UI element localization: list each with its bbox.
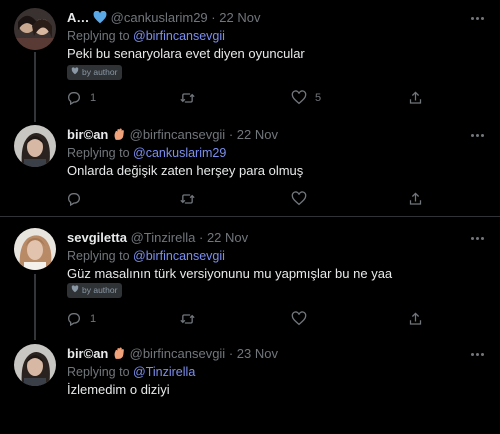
separator: · <box>198 230 204 245</box>
tweet-4[interactable]: bir©an @birfincansevgii · 23 Nov Replyin… <box>0 334 500 434</box>
share-icon <box>408 191 423 207</box>
replying-to: Replying to @cankuslarim29 <box>67 145 226 161</box>
reply-icon <box>66 90 82 106</box>
retweet-icon <box>179 311 196 327</box>
tweet-text: Onlarda değişik zaten herşey para olmuş <box>67 163 304 178</box>
timestamp[interactable]: 22 Nov <box>237 127 278 142</box>
avatar[interactable] <box>14 8 56 50</box>
more-icon[interactable] <box>471 17 485 21</box>
tweet-1[interactable]: A… @cankuslarim29 · 22 Nov Replying to @… <box>0 0 500 118</box>
tweet-header: bir©an @birfincansevgii · 22 Nov <box>67 127 278 145</box>
author-badge-label: by author <box>82 285 118 295</box>
author-badge: by author <box>67 283 123 298</box>
separator: · <box>211 10 216 25</box>
replying-to-label: Replying to <box>67 29 130 43</box>
tweet-header: A… @cankuslarim29 · 22 Nov <box>67 10 260 28</box>
reply-mention-link[interactable]: @birfincansevgii <box>133 249 225 263</box>
avatar[interactable] <box>14 228 56 270</box>
timestamp[interactable]: 22 Nov <box>219 10 260 25</box>
replying-to: Replying to @Tinzirella <box>67 364 195 380</box>
reply-button[interactable]: 1 <box>66 89 96 107</box>
reply-button[interactable] <box>66 190 90 208</box>
like-button[interactable]: 5 <box>291 89 321 107</box>
tweet-actions: 1 <box>0 310 500 328</box>
share-button[interactable] <box>408 190 423 208</box>
more-icon[interactable] <box>471 353 485 357</box>
timestamp[interactable]: 23 Nov <box>237 346 278 361</box>
hand-emoji-icon <box>112 128 126 145</box>
tweet-actions <box>0 190 500 208</box>
reply-button[interactable]: 1 <box>66 310 96 328</box>
share-icon <box>408 311 423 327</box>
replying-to-label: Replying to <box>67 249 130 263</box>
thread-line <box>34 116 36 122</box>
display-name[interactable]: sevgiletta <box>67 230 127 245</box>
shield-icon <box>71 65 79 80</box>
tweet-header: sevgiletta @Tinzirella · 22 Nov <box>67 230 248 246</box>
handle[interactable]: @birfincansevgii <box>130 127 226 142</box>
display-name[interactable]: bir©an <box>67 127 108 142</box>
replying-to: Replying to @birfincansevgii <box>67 248 225 264</box>
reply-mention-link[interactable]: @Tinzirella <box>133 365 195 379</box>
timestamp[interactable]: 22 Nov <box>207 230 248 245</box>
reply-count: 1 <box>90 92 97 104</box>
reply-mention-link[interactable]: @cankuslarim29 <box>133 146 226 160</box>
author-badge: by author <box>67 65 123 80</box>
tweet-2[interactable]: bir©an @birfincansevgii · 22 Nov Replyin… <box>0 116 500 216</box>
reply-icon <box>66 311 82 327</box>
handle[interactable]: @birfincansevgii <box>130 346 226 361</box>
like-button[interactable] <box>291 310 315 328</box>
like-icon <box>291 311 307 327</box>
tweet-text: Peki bu senaryolara evet diyen oyuncular <box>67 46 305 61</box>
like-count: 5 <box>315 92 322 104</box>
share-button[interactable] <box>408 310 423 328</box>
replying-to-label: Replying to <box>67 365 130 379</box>
display-name[interactable]: bir©an <box>67 346 108 361</box>
share-button[interactable] <box>408 89 423 107</box>
like-icon <box>291 90 307 106</box>
retweet-icon <box>179 191 196 207</box>
tweet-text: Güz masalının türk versiyonunu mu yapmış… <box>67 266 393 281</box>
tweet-text: İzlemedim o diziyi <box>67 382 170 397</box>
tweet-actions: 1 5 <box>0 89 500 107</box>
reply-mention-link[interactable]: @birfincansevgii <box>133 29 225 43</box>
reply-count: 1 <box>90 313 97 325</box>
more-icon[interactable] <box>471 237 485 241</box>
thread-line <box>34 52 36 118</box>
separator: · <box>228 346 234 361</box>
avatar[interactable] <box>14 344 56 386</box>
hand-emoji-icon <box>112 347 126 364</box>
handle[interactable]: @Tinzirella <box>131 230 196 245</box>
replying-to: Replying to @birfincansevgii <box>67 28 225 44</box>
display-name[interactable]: A… <box>67 10 89 25</box>
more-icon[interactable] <box>471 134 485 138</box>
thread-line <box>34 334 36 340</box>
shield-icon <box>71 283 79 298</box>
reply-icon <box>66 191 82 207</box>
replying-to-label: Replying to <box>67 146 130 160</box>
avatar[interactable] <box>14 125 56 167</box>
handle[interactable]: @cankuslarim29 <box>111 10 208 25</box>
author-badge-label: by author <box>82 67 118 77</box>
tweet-header: bir©an @birfincansevgii · 23 Nov <box>67 346 278 364</box>
like-icon <box>291 191 307 207</box>
separator: · <box>228 127 234 142</box>
heart-emoji-icon <box>93 10 107 28</box>
retweet-icon <box>179 90 196 106</box>
tweet-3[interactable]: sevgiletta @Tinzirella · 22 Nov Replying… <box>0 217 500 335</box>
retweet-button[interactable] <box>179 310 196 328</box>
retweet-button[interactable] <box>179 190 196 208</box>
like-button[interactable] <box>291 190 315 208</box>
retweet-button[interactable] <box>179 89 196 107</box>
share-icon <box>408 90 423 106</box>
